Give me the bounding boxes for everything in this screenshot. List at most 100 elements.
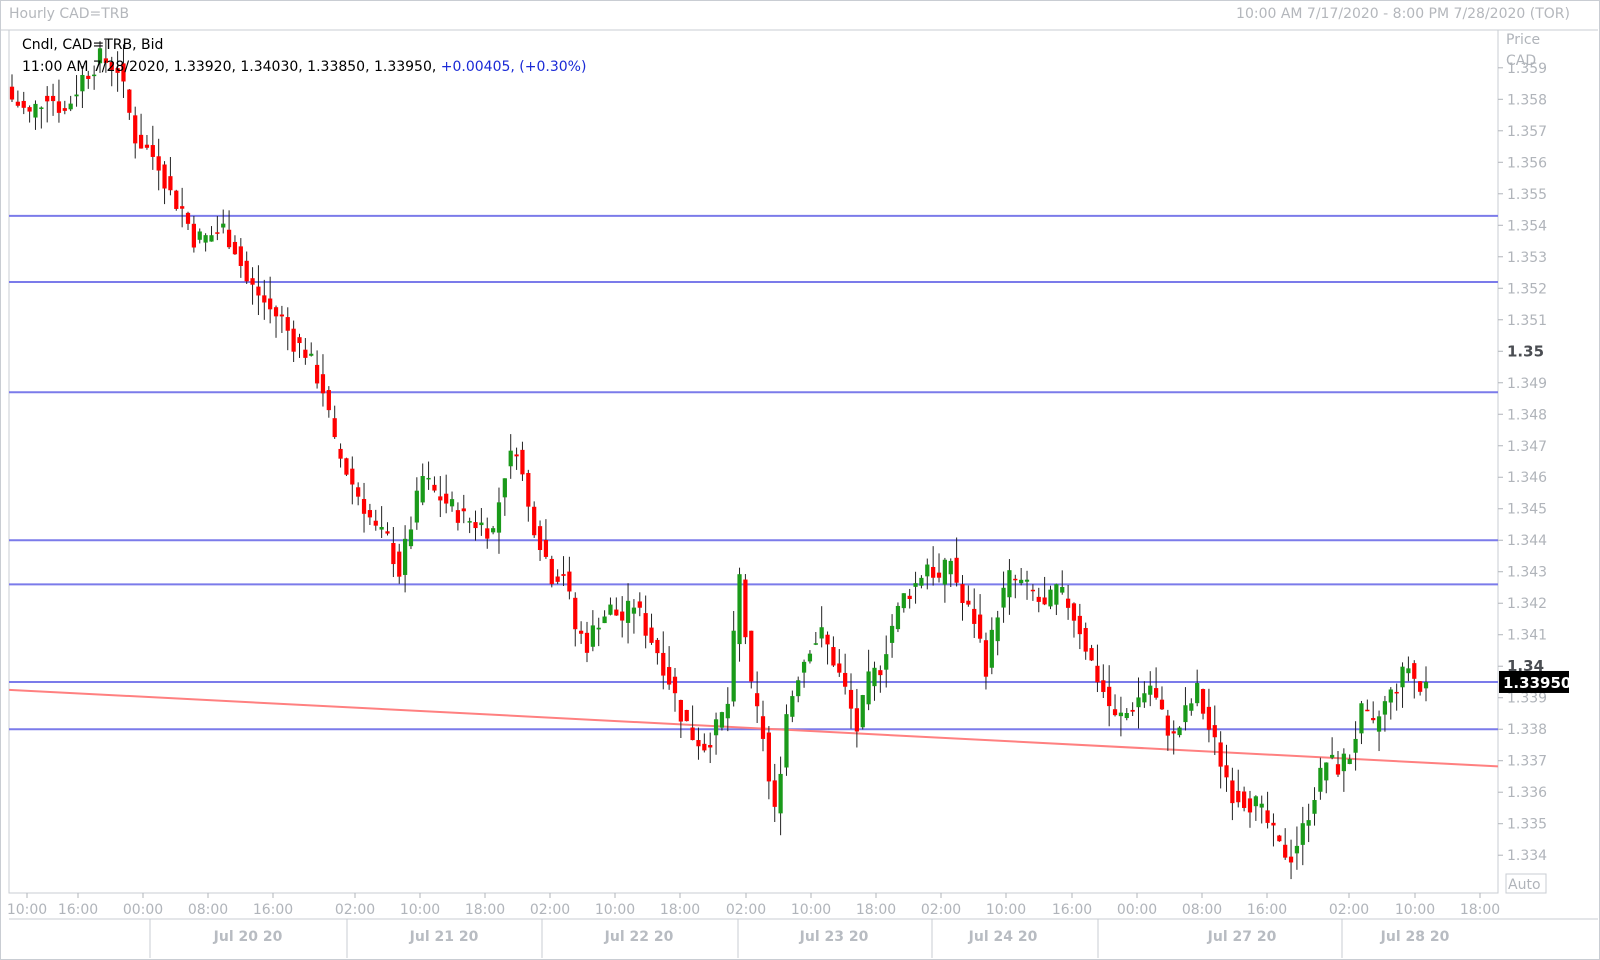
time-tick-label: 10:00 <box>595 902 635 918</box>
candle-up <box>913 583 918 587</box>
candle-up <box>1306 820 1311 826</box>
candle-up <box>919 577 924 586</box>
candle-down <box>444 493 449 504</box>
candle-down <box>766 732 771 782</box>
candle-down <box>367 510 373 518</box>
time-tick-label: 18:00 <box>856 902 896 918</box>
candle-up <box>402 538 408 575</box>
candle-up <box>860 695 865 728</box>
time-tick-label: 16:00 <box>253 902 293 918</box>
candle-down <box>232 241 238 255</box>
candle-up <box>1324 762 1329 781</box>
candle-down <box>1242 791 1247 808</box>
candle-down <box>1107 686 1112 707</box>
candle-up <box>1353 738 1358 753</box>
candle-down <box>655 639 660 654</box>
candle-down <box>960 584 965 604</box>
candle-down <box>138 134 144 149</box>
candle-up <box>819 627 824 639</box>
candle-up <box>309 353 314 356</box>
candle-down <box>1236 790 1241 803</box>
candle-down <box>350 468 355 485</box>
candle-down <box>643 613 648 636</box>
candle-down <box>972 608 977 624</box>
candle-down <box>180 206 185 209</box>
candle-up <box>872 667 877 687</box>
time-tick-label: 18:00 <box>660 902 700 918</box>
candle-down <box>637 601 642 608</box>
candle-down <box>1271 822 1276 826</box>
candle-down <box>567 571 572 592</box>
candle-up <box>719 712 725 728</box>
time-tick-label: 16:00 <box>1052 902 1092 918</box>
time-tick-label: 10:00 <box>7 902 47 918</box>
candle-down <box>256 286 261 296</box>
candle-down <box>1265 810 1270 823</box>
candle-up <box>725 703 730 719</box>
candle-up <box>602 616 607 624</box>
candle-down <box>831 647 836 666</box>
price-axis-currency: CAD <box>1506 53 1536 69</box>
candle-down <box>1165 715 1170 736</box>
axes: 1.3591.3581.3571.3561.3551.3541.3531.352… <box>7 32 1571 958</box>
candle-up <box>502 478 507 498</box>
candle-down <box>1077 615 1082 635</box>
date-label: Jul 27 20 <box>1207 929 1277 945</box>
candle-down <box>373 520 378 526</box>
time-tick-label: 02:00 <box>1329 902 1369 918</box>
candle-down <box>579 630 584 634</box>
price-tick-label: 1.345 <box>1507 502 1547 518</box>
candle-up <box>80 74 85 92</box>
candle-up <box>33 103 38 118</box>
candle-down <box>1065 598 1071 608</box>
candle-down <box>743 579 748 638</box>
candle-up <box>1312 800 1317 814</box>
time-tick-label: 00:00 <box>123 902 163 918</box>
candle-up <box>1406 668 1411 674</box>
candle-up <box>778 773 783 814</box>
candle-up <box>1007 570 1012 598</box>
candle-up <box>948 560 953 575</box>
candle-up <box>813 643 818 645</box>
candle-down <box>672 676 678 694</box>
candle-up <box>989 629 994 668</box>
candle-down <box>1089 648 1094 661</box>
candle-down <box>661 652 666 676</box>
candle-down <box>1283 844 1288 858</box>
candle-down <box>966 600 971 605</box>
candle-down <box>573 597 578 630</box>
candle-down <box>526 473 531 507</box>
candle-up <box>1359 703 1364 734</box>
candle-up <box>790 696 795 717</box>
candle-up <box>479 522 484 526</box>
price-tick-label: 1.35 <box>1507 342 1544 360</box>
price-tick-label: 1.341 <box>1507 628 1547 644</box>
time-tick-label: 10:00 <box>986 902 1026 918</box>
time-tick-label: 02:00 <box>726 902 766 918</box>
candle-down <box>708 745 713 748</box>
price-tick-label: 1.343 <box>1507 565 1547 581</box>
price-chart[interactable]: 1.3591.3581.3571.3561.3551.3541.3531.352… <box>0 0 1600 960</box>
candle-down <box>9 86 15 100</box>
candle-down <box>848 689 854 709</box>
candle-down <box>1130 709 1135 712</box>
candle-down <box>684 709 689 722</box>
candle-down <box>144 144 150 148</box>
candle-up <box>1048 589 1053 607</box>
candle-down <box>226 229 232 248</box>
price-tick-label: 1.351 <box>1507 313 1547 329</box>
price-tick-label: 1.354 <box>1507 218 1547 234</box>
candle-up <box>1376 716 1382 732</box>
plot-area-border <box>0 29 1598 920</box>
price-tick-label: 1.353 <box>1507 250 1547 266</box>
candles <box>9 39 1429 880</box>
candle-down <box>1418 681 1423 692</box>
candle-up <box>807 653 813 662</box>
legend-ohlc: 11:00 AM 7/28/2020, 1.33920, 1.34030, 1.… <box>22 59 437 75</box>
candle-down <box>397 551 402 577</box>
candle-down <box>1171 731 1176 734</box>
price-tick-label: 1.336 <box>1507 785 1547 801</box>
candle-down <box>954 557 959 583</box>
candle-down <box>1371 717 1376 721</box>
candle-up <box>625 600 631 623</box>
